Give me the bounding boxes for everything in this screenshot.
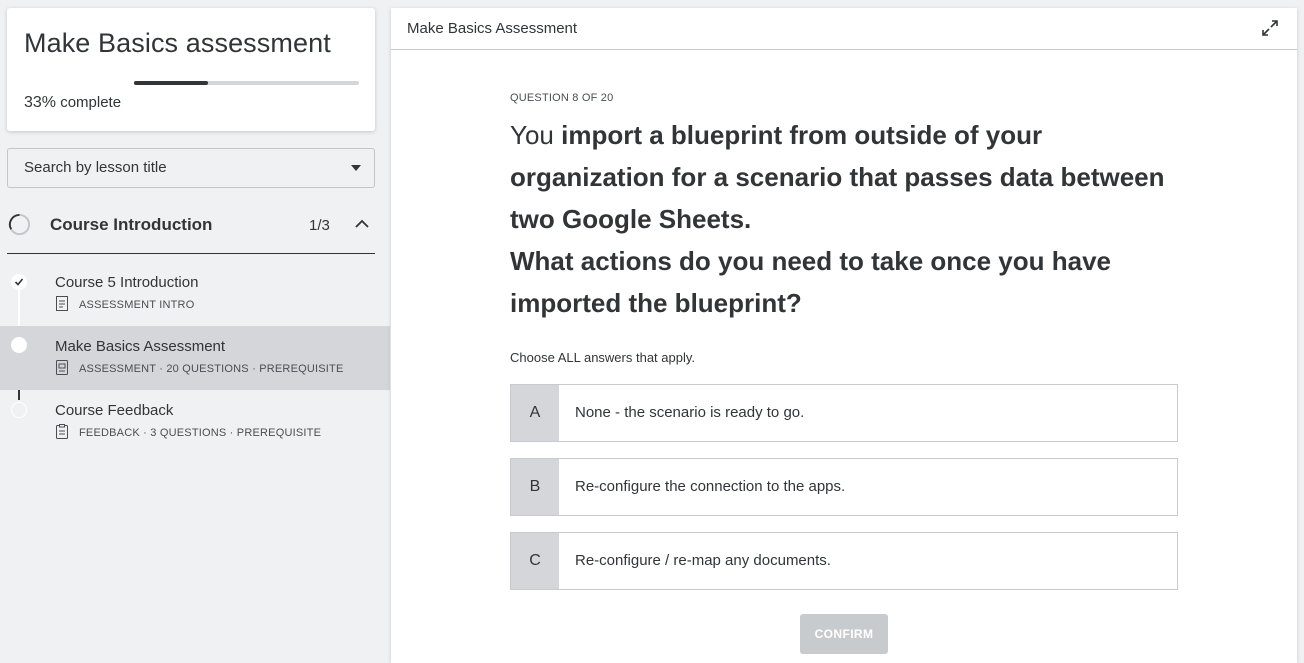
assessment-title: Make Basics Assessment <box>407 20 578 37</box>
question-text-part: the blueprint? <box>621 288 802 318</box>
lesson-item-make-basics-assessment[interactable]: Make Basics Assessment ASSESSMENT · 20 Q… <box>0 326 390 390</box>
caret-down-icon <box>351 165 361 171</box>
chevron-up-icon[interactable] <box>355 219 369 229</box>
answer-letter: A <box>511 385 559 441</box>
lesson-meta: ASSESSMENT · 20 QUESTIONS · PREREQUISITE <box>79 363 344 375</box>
answer-option-c[interactable]: C Re-configure / re-map any documents. <box>510 532 1178 590</box>
answer-text: None - the scenario is ready to go. <box>575 404 805 421</box>
clipboard-icon <box>56 424 68 439</box>
question-emphasis: import <box>561 120 642 150</box>
progress-percent: 33% <box>24 94 57 111</box>
answer-option-b[interactable]: B Re-configure the connection to the app… <box>510 458 1178 516</box>
progress-bar <box>134 81 359 85</box>
lesson-meta: ASSESSMENT INTRO <box>79 299 195 311</box>
lesson-title: Course Feedback <box>55 402 174 419</box>
answer-text: Re-configure the connection to the apps. <box>575 478 846 495</box>
lesson-item-course-5-introduction[interactable]: Course 5 Introduction ASSESSMENT INTRO <box>0 262 390 326</box>
lesson-meta: FEEDBACK · 3 QUESTIONS · PREREQUISITE <box>79 427 322 439</box>
section-progress-count: 1/3 <box>309 217 330 234</box>
answer-letter: B <box>511 459 559 515</box>
confirm-button[interactable]: CONFIRM <box>800 614 888 654</box>
answer-text: Re-configure / re-map any documents. <box>575 552 831 569</box>
question-text-part: You <box>510 120 562 150</box>
progress-bar-fill <box>134 81 209 85</box>
assessment-panel: Make Basics Assessment QUESTION 8 OF 20 … <box>391 8 1297 663</box>
progress-text: 33% complete <box>24 94 121 112</box>
not-started-status-icon <box>11 402 27 418</box>
assessment-icon <box>56 360 68 375</box>
progress-ring-icon <box>8 213 31 236</box>
current-status-icon <box>11 337 27 353</box>
course-title: Make Basics assessment <box>24 28 331 58</box>
checkmark-icon <box>14 278 24 286</box>
answer-instruction: Choose ALL answers that apply. <box>510 350 696 365</box>
course-progress-card: Make Basics assessment 33% complete <box>7 8 375 131</box>
completed-status-icon <box>11 274 27 290</box>
lesson-search-dropdown[interactable]: Search by lesson title <box>7 148 375 188</box>
question-text: You import a blueprint from outside of y… <box>510 114 1170 324</box>
expand-icon[interactable] <box>1261 19 1279 37</box>
answer-option-a[interactable]: A None - the scenario is ready to go. <box>510 384 1178 442</box>
section-header-course-introduction[interactable]: Course Introduction 1/3 <box>7 205 375 254</box>
lesson-title: Make Basics Assessment <box>55 338 226 355</box>
course-sidebar: Make Basics assessment 33% complete Sear… <box>0 0 390 663</box>
answer-letter: C <box>511 533 559 589</box>
lesson-search-placeholder: Search by lesson title <box>24 159 167 176</box>
progress-label: complete <box>56 94 122 111</box>
lesson-item-course-feedback[interactable]: Course Feedback FEEDBACK · 3 QUESTIONS ·… <box>0 390 390 454</box>
lesson-title: Course 5 Introduction <box>55 274 199 291</box>
question-counter: QUESTION 8 OF 20 <box>510 92 614 104</box>
assessment-header: Make Basics Assessment <box>391 8 1297 50</box>
question-emphasis: imported <box>510 288 622 318</box>
section-title: Course Introduction <box>50 215 213 234</box>
question-text-part: What actions do you need to take once yo… <box>510 246 1111 276</box>
document-icon <box>56 296 68 311</box>
